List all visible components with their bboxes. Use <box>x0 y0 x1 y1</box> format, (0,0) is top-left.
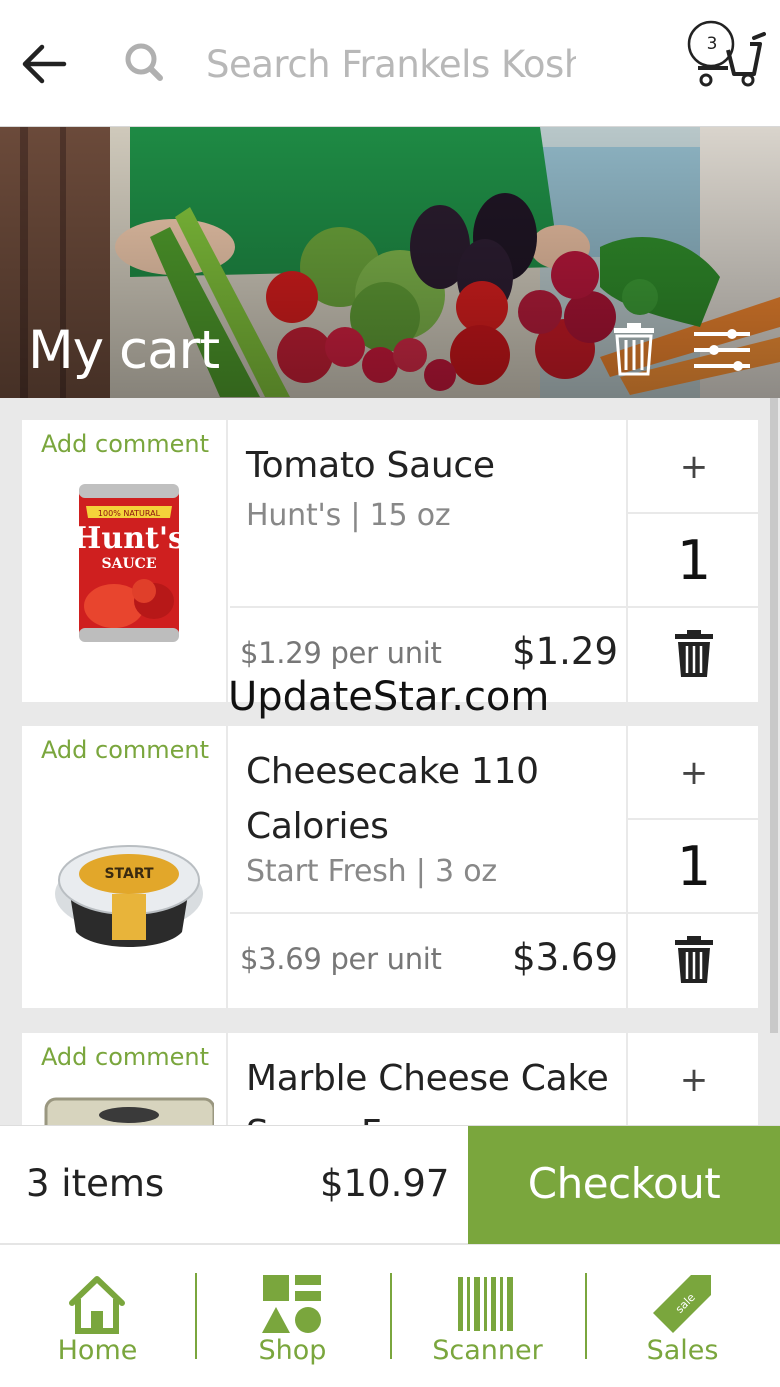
quantity-value: 1 <box>628 820 760 914</box>
nav-label: Scanner <box>432 1335 543 1366</box>
nav-shop[interactable]: Shop <box>195 1247 390 1387</box>
nav-label: Shop <box>258 1335 327 1366</box>
sale-tag-icon: sale <box>653 1275 711 1333</box>
back-arrow-icon[interactable] <box>18 38 70 90</box>
product-image-marble-cheese-cake <box>44 1097 214 1128</box>
product-image-tomato-sauce: 100% NATURAL Hunt's SAUCE <box>73 484 185 642</box>
quantity-stepper: + 1 <box>626 420 760 702</box>
items-count: 3 items <box>26 1162 165 1205</box>
product-brand-size: Start Fresh | 3 oz <box>246 854 497 889</box>
cart-item-cheesecake: Add comment START Cheesecake 110 Calorie… <box>22 726 760 1008</box>
unit-price: $3.69 per unit <box>240 942 442 976</box>
increase-quantity-button[interactable]: + <box>628 420 760 514</box>
line-total: $3.69 <box>512 936 618 979</box>
product-info[interactable]: Marble Cheese Cake Sugar Free <box>230 1033 626 1128</box>
cart-item-tomato-sauce: Add comment 100% NATURAL Hunt's SAUCE To… <box>22 420 760 702</box>
remove-item-trash-icon[interactable] <box>674 936 714 984</box>
watermark-text: UpdateStar.com <box>228 674 550 720</box>
svg-text:SAUCE: SAUCE <box>102 556 157 572</box>
product-image-column: Add comment START <box>22 726 228 1008</box>
product-image-column: Add comment 100% NATURAL Hunt's SAUCE <box>22 420 228 702</box>
nav-label: Sales <box>646 1335 719 1366</box>
home-icon <box>69 1276 125 1334</box>
top-bar: 3 <box>0 0 780 127</box>
remove-item-trash-icon[interactable] <box>674 630 714 678</box>
increase-quantity-button[interactable]: + <box>628 726 760 820</box>
svg-text:Hunt's: Hunt's <box>73 521 185 556</box>
unit-price: $1.29 per unit <box>240 636 442 670</box>
product-name: Tomato Sauce <box>246 445 495 486</box>
svg-text:START: START <box>104 866 154 882</box>
nav-label: Home <box>57 1335 138 1366</box>
add-comment-link[interactable]: Add comment <box>22 736 228 764</box>
line-total: $1.29 <box>512 630 618 673</box>
product-name: Marble Cheese Cake Sugar Free <box>246 1058 609 1128</box>
clear-cart-trash-icon[interactable] <box>612 322 656 376</box>
filter-sliders-icon[interactable] <box>692 328 752 372</box>
nav-home[interactable]: Home <box>0 1247 195 1387</box>
barcode-icon <box>458 1277 513 1331</box>
cart-total: $10.97 <box>320 1162 450 1205</box>
product-info[interactable]: Tomato Sauce Hunt's | 15 oz <box>230 420 626 608</box>
nav-scanner[interactable]: Scanner <box>390 1247 585 1387</box>
quantity-stepper: + <box>626 1033 760 1128</box>
quantity-value: 1 <box>628 514 760 608</box>
product-image-cheesecake: START <box>55 845 203 947</box>
add-comment-link[interactable]: Add comment <box>22 1043 228 1071</box>
product-name: Cheesecake 110 Calories <box>246 751 539 847</box>
product-brand-size: Hunt's | 15 oz <box>246 498 451 533</box>
shapes-icon <box>262 1275 321 1333</box>
checkout-button[interactable]: Checkout <box>468 1126 780 1244</box>
search-icon[interactable] <box>122 40 166 84</box>
search-input[interactable] <box>206 36 576 92</box>
increase-quantity-button[interactable]: + <box>628 1033 760 1127</box>
checkout-bar: 3 items $10.97 Checkout <box>0 1125 780 1245</box>
cart-items-list[interactable]: Add comment 100% NATURAL Hunt's SAUCE To… <box>0 398 780 1128</box>
product-info[interactable]: Cheesecake 110 Calories Start Fresh | 3 … <box>230 726 626 914</box>
cart-item-marble-cheese-cake: Add comment Marble Cheese Cake Sugar Fre… <box>22 1033 760 1128</box>
svg-text:100% NATURAL: 100% NATURAL <box>98 509 161 518</box>
cart-count-badge: 3 <box>706 34 718 54</box>
page-title: My cart <box>28 320 220 381</box>
quantity-stepper: + 1 <box>626 726 760 1008</box>
add-comment-link[interactable]: Add comment <box>22 430 228 458</box>
list-scrollbar[interactable] <box>770 398 778 1033</box>
price-row: $3.69 per unit $3.69 <box>230 914 626 1008</box>
bottom-navigation: Home Shop Scanner sale Sales <box>0 1247 780 1387</box>
nav-sales[interactable]: sale Sales <box>585 1247 780 1387</box>
product-image-column: Add comment <box>22 1033 228 1128</box>
